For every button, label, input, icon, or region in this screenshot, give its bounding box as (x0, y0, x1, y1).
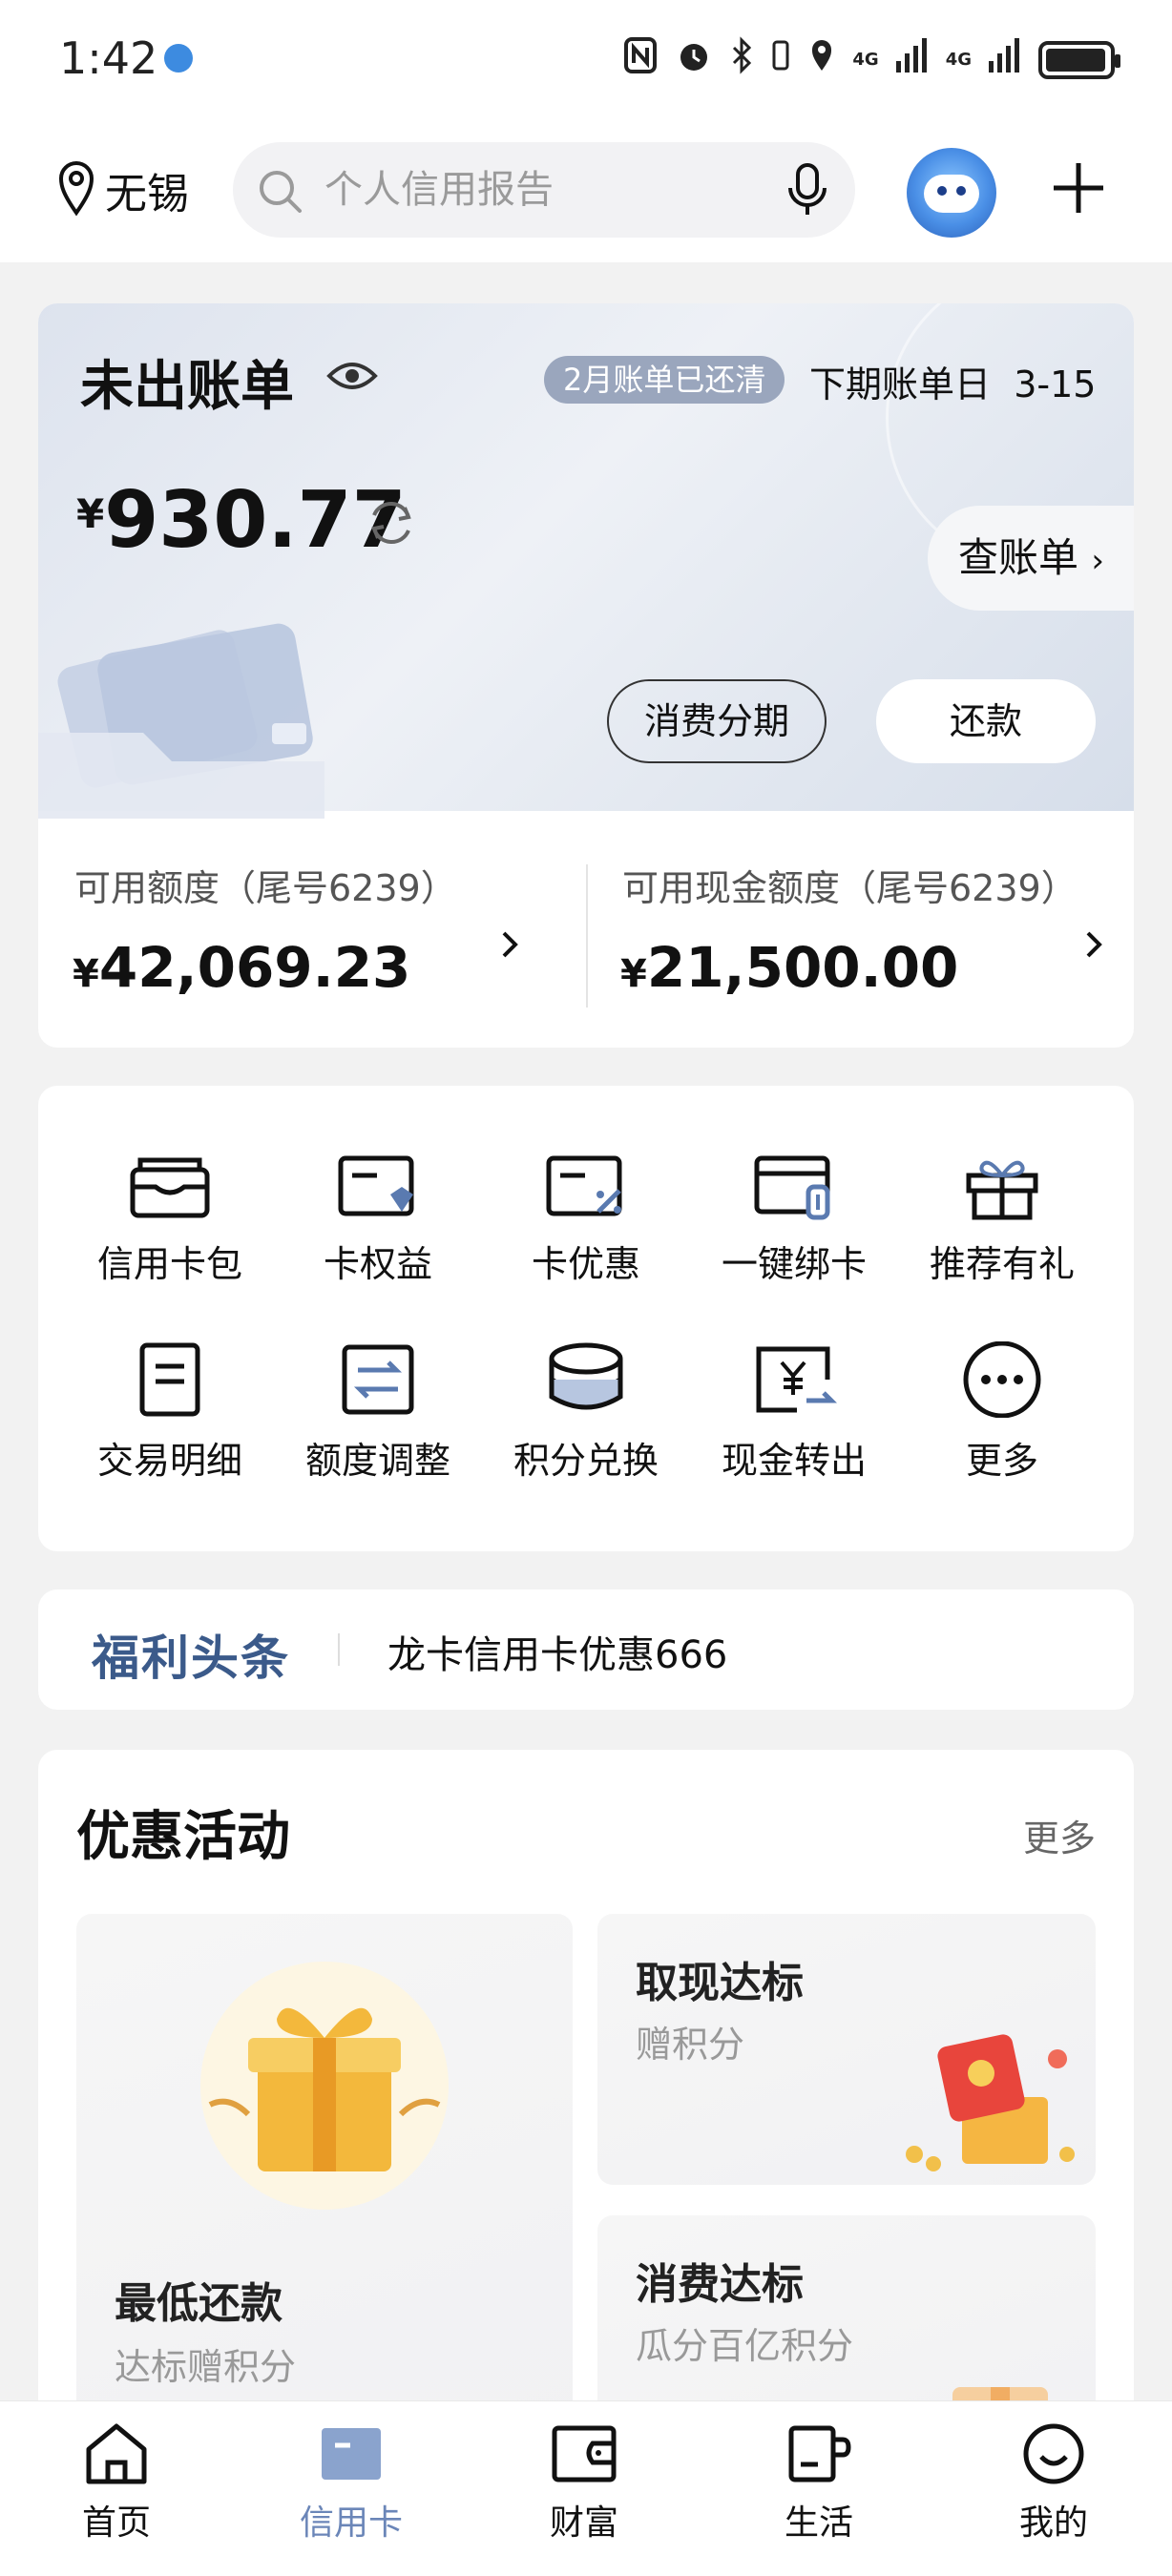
network-type-2: 4G (945, 49, 972, 70)
bill-amount: ¥930.77 (76, 475, 407, 566)
bill-summary: 未出账单 2月账单已还清 下期账单日 3-15 ¥930.77 查账单 › 消费… (38, 303, 1134, 819)
wallet-icon (552, 2425, 617, 2483)
card-wallet-icon (130, 1157, 210, 1218)
search-input[interactable] (324, 142, 744, 238)
welfare-headline-text: 龙卡信用卡优惠666 (387, 1633, 728, 1677)
promo-card-subtitle: 赠积分 (636, 2024, 745, 2066)
microphone-icon[interactable] (786, 161, 828, 222)
credit-card-icon (322, 2428, 381, 2480)
red-envelope-illustration (906, 2034, 1075, 2171)
welfare-logo: 福利头条 (92, 1631, 290, 1686)
nav-credit-card[interactable]: 信用卡 (275, 2422, 428, 2545)
promo-card-title: 取现达标 (636, 1959, 804, 2007)
paid-status-badge: 2月账单已还清 (544, 356, 785, 404)
available-cash-label: 可用现金额度（尾号6239） (622, 867, 1078, 909)
bottom-navigation: 首页 信用卡 财富 生活 我的 (0, 2400, 1172, 2576)
nav-wealth[interactable]: 财富 (508, 2422, 660, 2545)
card-rights-icon (338, 1155, 414, 1216)
cash-out-icon (756, 1346, 837, 1413)
home-icon (86, 2423, 147, 2484)
add-icon[interactable] (1050, 159, 1107, 220)
app-notification-icon (164, 44, 193, 73)
location-name: 无锡 (105, 170, 189, 218)
cup-icon (788, 2425, 851, 2483)
adjust-limit-icon (342, 1344, 414, 1415)
status-time: 1:42 (59, 32, 158, 84)
chevron-right-icon (1080, 925, 1109, 967)
promo-card-cash-withdraw[interactable]: 取现达标 赠积分 (597, 1914, 1096, 2185)
available-credit[interactable]: 可用额度（尾号6239） ¥42,069.23 (38, 811, 586, 1048)
signal-icon (895, 38, 929, 81)
chevron-right-icon (496, 925, 525, 967)
location-pin-icon (57, 159, 95, 220)
promotions-section: 优惠活动 更多 最低还款 达标赠积分 取现达标 赠积分 消费达标 瓜分百亿积分 (38, 1750, 1134, 2446)
search-bar[interactable] (233, 142, 855, 238)
function-points-exchange[interactable]: 积分兑换 (481, 1341, 691, 1513)
refresh-icon[interactable] (363, 494, 420, 555)
top-bar: 无锡 (0, 119, 1172, 262)
network-type-1: 4G (852, 49, 879, 70)
promo-card-min-repay[interactable]: 最低还款 达标赠积分 (76, 1914, 573, 2446)
nfc-icon (623, 36, 658, 83)
promotions-more-link[interactable]: 更多 (1023, 1809, 1096, 1861)
gift-icon (966, 1160, 1038, 1220)
promotions-title: 优惠活动 (76, 1806, 290, 1868)
bill-title: 未出账单 (80, 356, 294, 418)
available-credit-label: 可用额度（尾号6239） (74, 867, 457, 909)
cards-illustration (38, 623, 324, 819)
smile-icon (1023, 2423, 1084, 2484)
gift-box-illustration (200, 1962, 449, 2210)
installment-button[interactable]: 消费分期 (607, 679, 827, 763)
function-card-wallet[interactable]: 信用卡包 (65, 1153, 275, 1324)
more-icon (963, 1341, 1041, 1418)
alarm-icon (675, 36, 713, 83)
promo-card-title: 最低还款 (115, 2279, 283, 2328)
function-cash-out[interactable]: 现金转出 (689, 1341, 899, 1513)
nav-mine[interactable]: 我的 (977, 2422, 1130, 2545)
nav-home[interactable]: 首页 (40, 2422, 193, 2545)
card-discount-icon (546, 1155, 622, 1216)
function-more[interactable]: 更多 (897, 1341, 1107, 1513)
assistant-avatar[interactable] (907, 148, 996, 238)
bind-card-icon (754, 1155, 830, 1220)
location-selector[interactable]: 无锡 (57, 159, 189, 220)
function-bind-card[interactable]: 一键绑卡 (689, 1153, 899, 1324)
eye-icon[interactable] (326, 357, 378, 399)
status-icons: 4G 4G (623, 36, 1120, 83)
view-bill-button[interactable]: 查账单 › (928, 506, 1134, 611)
status-bar: 1:42 4G 4G (0, 0, 1172, 119)
document-icon (139, 1342, 200, 1417)
welfare-headline[interactable]: 福利头条 龙卡信用卡优惠666 (38, 1589, 1134, 1710)
promo-card-title: 消费达标 (636, 2260, 804, 2309)
repay-button[interactable]: 还款 (876, 679, 1096, 763)
bluetooth-icon (730, 36, 753, 83)
search-icon (256, 167, 303, 218)
coins-icon (549, 1342, 623, 1410)
function-transactions[interactable]: 交易明细 (65, 1341, 275, 1513)
battery-icon (1038, 40, 1120, 79)
nav-life[interactable]: 生活 (743, 2422, 895, 2545)
bill-card: 未出账单 2月账单已还清 下期账单日 3-15 ¥930.77 查账单 › 消费… (38, 303, 1134, 1048)
function-grid: 信用卡包 卡权益 卡优惠 一键绑卡 推荐有礼 交易明细 额度调整 积分兑换 现金… (38, 1086, 1134, 1551)
chevron-right-icon: › (1091, 542, 1104, 580)
function-card-rights[interactable]: 卡权益 (273, 1153, 483, 1324)
vibrate-icon (770, 36, 791, 83)
function-adjust-limit[interactable]: 额度调整 (273, 1341, 483, 1513)
promo-card-subtitle: 瓜分百亿积分 (636, 2325, 854, 2367)
next-bill-date: 下期账单日 3-15 (809, 364, 1097, 405)
location-icon (808, 36, 835, 83)
signal-icon-2 (989, 38, 1021, 81)
available-cash-value: ¥21,500.00 (620, 935, 959, 1000)
promo-card-subtitle: 达标赠积分 (115, 2346, 297, 2388)
function-referral-gift[interactable]: 推荐有礼 (897, 1153, 1107, 1324)
function-card-discount[interactable]: 卡优惠 (481, 1153, 691, 1324)
available-cash-credit[interactable]: 可用现金额度（尾号6239） ¥21,500.00 (586, 811, 1134, 1048)
available-credit-value: ¥42,069.23 (73, 935, 411, 1000)
